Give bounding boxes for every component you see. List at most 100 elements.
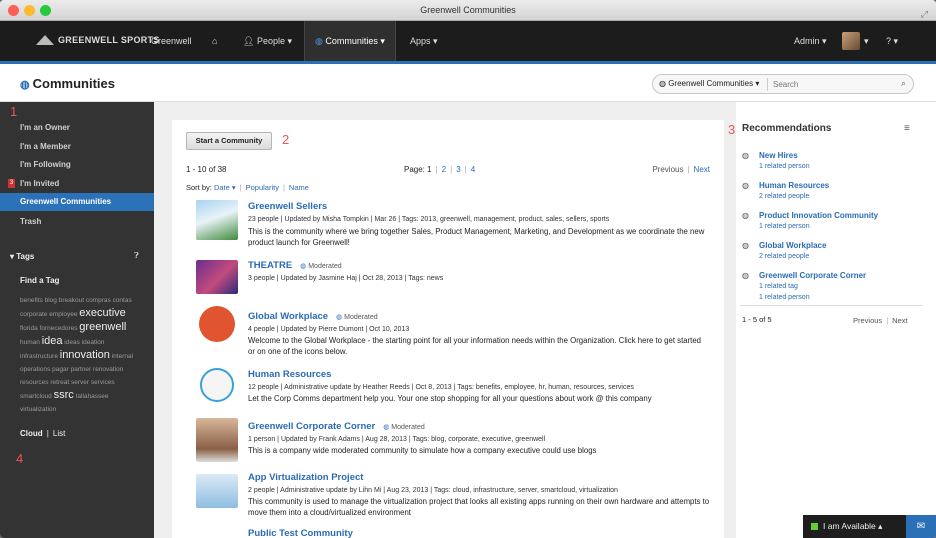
find-tag-link[interactable]: Find a Tag: [20, 276, 59, 285]
help-menu[interactable]: ? ▾: [886, 21, 898, 61]
avatar-menu-caret[interactable]: ▾: [864, 21, 869, 61]
tag-link[interactable]: employee: [49, 311, 77, 318]
previous-link[interactable]: Previous: [652, 165, 683, 174]
tag-link[interactable]: compras: [86, 297, 111, 304]
sort-label: Sort by:: [186, 183, 212, 192]
recommendation-link[interactable]: Human Resources: [759, 181, 829, 190]
tag-link[interactable]: partner: [71, 366, 92, 373]
recommendation-related[interactable]: 2 related people: [759, 253, 809, 260]
previous-link[interactable]: Previous: [853, 316, 882, 325]
page-link-4[interactable]: 4: [471, 165, 475, 174]
tag-link[interactable]: internal: [112, 353, 133, 360]
nav-item-greenwell[interactable]: Greenwell: [151, 21, 192, 61]
tag-link[interactable]: infrastructure: [20, 353, 58, 360]
sidebar-item-following[interactable]: I'm Following: [20, 160, 71, 169]
brand-logo[interactable]: GREENWELL SPORTS: [36, 35, 160, 45]
community-title[interactable]: Global Workplace ◍ Moderated: [248, 311, 378, 322]
chat-status-bar[interactable]: I am Available ▴ ✉: [803, 515, 936, 538]
tag-link[interactable]: virtualization: [20, 406, 56, 413]
sidebar-item-owner[interactable]: I'm an Owner: [20, 123, 70, 132]
community-description: Welcome to the Global Workplace - the st…: [248, 336, 702, 356]
tag-link[interactable]: executive: [79, 307, 125, 319]
tag-link[interactable]: ideation: [82, 339, 105, 346]
tag-link[interactable]: renovation: [93, 366, 123, 373]
zoom-window-button[interactable]: [40, 5, 51, 16]
community-thumbnail-sellers[interactable]: [196, 200, 238, 240]
tag-link[interactable]: corporate: [20, 311, 47, 318]
community-title[interactable]: THEATRE ◍ Moderated: [248, 260, 342, 271]
tag-link[interactable]: greenwell: [79, 321, 126, 333]
page-link-1[interactable]: 1: [427, 165, 431, 174]
nav-item-communities[interactable]: ◍ Communities ▾: [304, 21, 396, 61]
help-icon[interactable]: ❓︎: [134, 251, 139, 261]
community-thumbnail-corporate-corner[interactable]: [196, 418, 238, 462]
community-thumbnail-human-resources[interactable]: [200, 368, 234, 402]
community-title[interactable]: App Virtualization Project: [248, 472, 363, 483]
chat-icon[interactable]: ✉: [906, 515, 936, 538]
community-thumbnail-theatre[interactable]: [196, 260, 238, 294]
nav-item-people[interactable]: 👤︎ People ▾: [243, 21, 292, 61]
avatar[interactable]: [842, 32, 860, 50]
sort-popularity[interactable]: Popularity: [246, 183, 279, 192]
tags-section-toggle[interactable]: ▾ Tags: [10, 252, 34, 261]
tag-link[interactable]: contas: [113, 297, 132, 304]
tag-link[interactable]: tallahassee: [76, 393, 109, 400]
admin-menu[interactable]: Admin ▾: [794, 21, 827, 61]
tag-link[interactable]: ssrc: [54, 389, 74, 401]
menu-icon[interactable]: ≡: [904, 123, 910, 134]
sidebar-item-trash[interactable]: Trash: [20, 217, 41, 226]
community-thumbnail-global-workplace[interactable]: [199, 306, 235, 342]
tag-link[interactable]: fornecedores: [40, 325, 78, 332]
sort-date[interactable]: Date ▾: [214, 183, 236, 192]
community-title[interactable]: Greenwell Corporate Corner ◍ Moderated: [248, 421, 425, 432]
community-thumbnail-app-virtualization[interactable]: [196, 474, 238, 508]
next-link[interactable]: Next: [694, 165, 710, 174]
home-icon[interactable]: ⌂: [212, 21, 217, 61]
sidebar-item-member[interactable]: I'm a Member: [20, 142, 71, 151]
cloud-view-link[interactable]: Cloud: [20, 429, 43, 438]
community-title[interactable]: Public Test Community: [248, 528, 353, 538]
list-view-link[interactable]: List: [53, 429, 65, 438]
sidebar-item-greenwell-communities[interactable]: Greenwell Communities: [0, 193, 154, 211]
tag-link[interactable]: server: [71, 379, 89, 386]
close-window-button[interactable]: [8, 5, 19, 16]
page-link-3[interactable]: 3: [456, 165, 460, 174]
community-title[interactable]: Greenwell Sellers: [248, 201, 327, 212]
minimize-window-button[interactable]: [24, 5, 35, 16]
search-scope-dropdown[interactable]: ◍ Greenwell Communities ▾: [659, 79, 759, 88]
tag-link[interactable]: retreat: [50, 379, 69, 386]
tag-link[interactable]: innovation: [60, 349, 110, 361]
community-title[interactable]: Human Resources: [248, 369, 331, 380]
recommendation-link[interactable]: Product Innovation Community: [759, 211, 878, 220]
tag-link[interactable]: human: [20, 339, 40, 346]
tag-link[interactable]: benefits: [20, 297, 43, 304]
tag-link[interactable]: services: [91, 379, 115, 386]
community-meta: 4 people | Updated by Pierre Dumont | Oc…: [248, 326, 410, 333]
tag-link[interactable]: ideas: [64, 339, 80, 346]
recommendation-related[interactable]: 1 related tag: [759, 283, 798, 290]
start-community-button[interactable]: Start a Community: [186, 132, 272, 150]
tag-link[interactable]: resources: [20, 379, 49, 386]
recommendations-range: 1 - 5 of 5: [742, 315, 772, 324]
recommendation-related[interactable]: 1 related person: [759, 294, 810, 301]
recommendation-related[interactable]: 1 related person: [759, 163, 810, 170]
recommendation-link[interactable]: Global Workplace: [759, 241, 826, 250]
recommendation-link[interactable]: Greenwell Corporate Corner: [759, 271, 866, 280]
tag-link[interactable]: smartcloud: [20, 393, 52, 400]
tag-link[interactable]: idea: [42, 335, 63, 347]
recommendation-related[interactable]: 1 related person: [759, 223, 810, 230]
sort-name[interactable]: Name: [289, 183, 309, 192]
community-meta: 1 person | Updated by Frank Adams | Aug …: [248, 436, 546, 443]
recommendation-link[interactable]: New Hires: [759, 151, 798, 160]
tag-link[interactable]: operations: [20, 366, 50, 373]
tag-link[interactable]: florida: [20, 325, 38, 332]
search-icon[interactable]: ⌕: [901, 78, 906, 89]
tag-link[interactable]: blog: [45, 297, 57, 304]
nav-item-apps[interactable]: Apps ▾: [410, 21, 438, 61]
sidebar-item-invited[interactable]: I'm Invited: [20, 179, 59, 188]
next-link[interactable]: Next: [892, 316, 907, 325]
tag-link[interactable]: pagar: [52, 366, 69, 373]
recommendation-related[interactable]: 2 related people: [759, 193, 809, 200]
search-input[interactable]: [773, 78, 883, 91]
tag-link[interactable]: breakout: [59, 297, 84, 304]
